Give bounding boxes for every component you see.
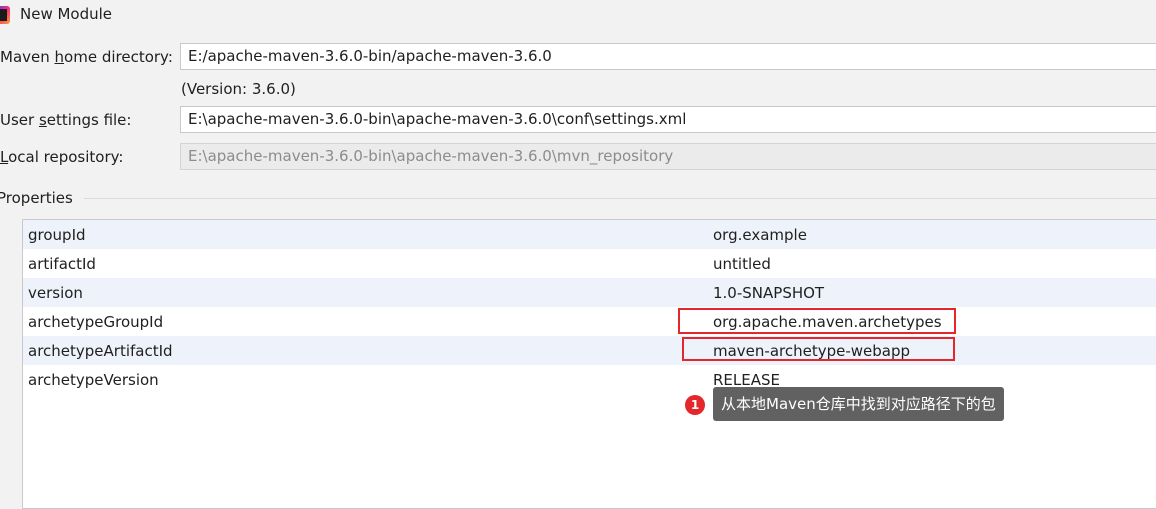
property-key: archetypeGroupId	[28, 313, 164, 331]
maven-home-field[interactable]: E:/apache-maven-3.6.0-bin/apache-maven-3…	[180, 43, 1156, 70]
intellij-app-icon	[0, 6, 10, 24]
property-key: archetypeArtifactId	[28, 342, 173, 360]
local-repository-field: E:\apache-maven-3.6.0-bin\apache-maven-3…	[180, 143, 1156, 170]
user-settings-field[interactable]: E:\apache-maven-3.6.0-bin\apache-maven-3…	[180, 106, 1156, 133]
local-repository-label: Local repository:	[0, 148, 124, 166]
table-row[interactable]: artifactId untitled	[23, 249, 1156, 278]
window-title: New Module	[20, 5, 113, 23]
property-key: version	[28, 284, 83, 302]
annotation-step-badge: 1	[685, 395, 705, 415]
annotation-tooltip: 从本地Maven仓库中找到对应路径下的包	[713, 387, 1004, 421]
property-key: groupId	[28, 226, 86, 244]
table-row[interactable]: version 1.0-SNAPSHOT	[23, 278, 1156, 307]
window-titlebar: New Module	[0, 0, 1156, 30]
table-row[interactable]: groupId org.example	[23, 220, 1156, 249]
maven-version-note: (Version: 3.6.0)	[181, 80, 296, 98]
maven-home-label: Maven home directory:	[0, 48, 173, 66]
properties-section-label: Properties	[0, 189, 73, 207]
table-row[interactable]: archetypeGroupId org.apache.maven.archet…	[23, 307, 1156, 336]
property-value[interactable]: org.example	[713, 226, 807, 244]
table-row[interactable]: archetypeArtifactId maven-archetype-weba…	[23, 336, 1156, 365]
property-value[interactable]: 1.0-SNAPSHOT	[713, 284, 824, 302]
properties-separator	[84, 198, 1156, 199]
property-key: archetypeVersion	[28, 371, 159, 389]
user-settings-label: User settings file:	[0, 111, 132, 129]
properties-table: groupId org.example artifactId untitled …	[22, 219, 1156, 509]
annotation-highlight-box	[678, 308, 956, 334]
property-value[interactable]: untitled	[713, 255, 771, 273]
property-key: artifactId	[28, 255, 96, 273]
annotation-highlight-box	[682, 337, 955, 361]
